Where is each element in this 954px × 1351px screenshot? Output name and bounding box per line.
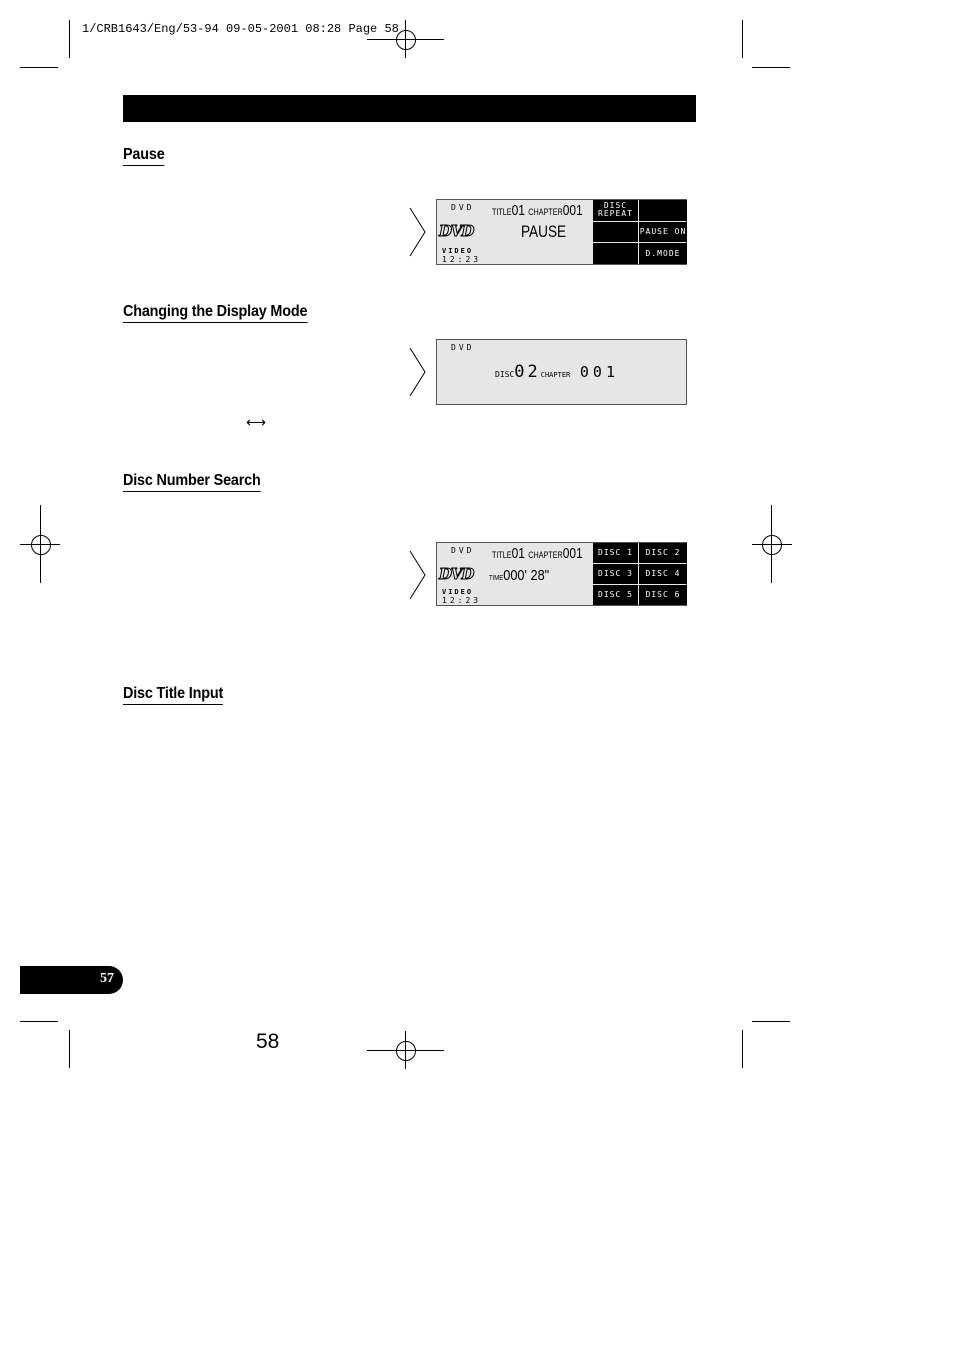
chapter-number: 001 <box>562 545 583 562</box>
crop-mark <box>69 20 70 58</box>
crop-mark <box>20 67 58 68</box>
crop-mark <box>752 67 790 68</box>
heading-disc-number-search: Disc Number Search <box>123 472 261 492</box>
lcd-display-mode: DVD DISC02CHAPTER 001 <box>436 339 687 405</box>
dvd-label: DVD <box>451 343 475 352</box>
lcd-display-disc-search: DVD DVD VIDEO 12:23 TITLE01 CHAPTER001 T… <box>436 542 687 606</box>
print-header: 1/CRB1643/Eng/53-94 09-05-2001 08:28 Pag… <box>82 22 399 36</box>
disc-5-button[interactable]: DISC 5 <box>593 585 638 605</box>
title-label: TITLE <box>492 550 512 560</box>
title-chapter: TITLE01 CHAPTER001 <box>492 202 583 219</box>
chapter-label: CHAPTER <box>528 207 563 217</box>
crop-mark <box>752 1021 790 1022</box>
page-tab: 57 <box>20 966 123 994</box>
section-header-bar <box>123 95 696 122</box>
title-chapter: TITLE01 CHAPTER001 <box>492 545 583 562</box>
arrow-icon <box>409 550 426 600</box>
video-label: VIDEO <box>442 247 474 255</box>
function-buttons: DISC REPEAT PAUSE ON D.MODE <box>593 200 687 264</box>
disc-6-button[interactable]: DISC 6 <box>639 585 687 605</box>
video-label: VIDEO <box>442 588 474 596</box>
dvd-video-logo: DVD <box>438 565 474 584</box>
blank-button[interactable] <box>593 221 638 243</box>
disc-1-button[interactable]: DISC 1 <box>593 543 638 563</box>
arrow-icon <box>409 207 426 257</box>
time-label: TIME <box>489 575 504 582</box>
page-tab-number: 57 <box>100 971 114 986</box>
pause-status: PAUSE <box>521 222 567 241</box>
pause-on-button[interactable]: PAUSE ON <box>639 221 687 243</box>
heading-pause: Pause <box>123 146 165 166</box>
dvd-video-logo: DVD <box>438 222 474 241</box>
registration-mark <box>396 30 416 50</box>
chapter-number: 001 <box>562 202 583 219</box>
time-value: 000' 28" <box>503 567 550 584</box>
blank-button[interactable] <box>639 200 687 221</box>
clock: 12:23 <box>442 255 482 264</box>
dvd-label: DVD <box>451 546 475 555</box>
disc-chapter: DISC02CHAPTER 001 <box>495 362 619 382</box>
disc-label: DISC <box>495 370 515 379</box>
crop-mark <box>20 1021 58 1022</box>
registration-mark <box>396 1041 416 1061</box>
heading-disc-title-input: Disc Title Input <box>123 685 223 705</box>
disc-buttons: DISC 1 DISC 2 DISC 3 DISC 4 DISC 5 DISC … <box>593 543 687 605</box>
play-time: TIME000' 28" <box>489 567 549 585</box>
heading-display-mode: Changing the Display Mode <box>123 303 307 323</box>
chapter-label: CHAPTER <box>528 550 563 560</box>
disc-2-button[interactable]: DISC 2 <box>639 543 687 563</box>
d-mode-button[interactable]: D.MODE <box>639 243 687 264</box>
clock: 12:23 <box>442 596 482 605</box>
double-arrow-icon: ⟷ <box>246 414 267 430</box>
chapter-number: 001 <box>579 363 619 381</box>
title-number: 01 <box>511 545 525 562</box>
disc-repeat-button[interactable]: DISC REPEAT <box>593 200 638 221</box>
page-number: 58 <box>256 1030 280 1053</box>
arrow-icon <box>409 347 426 397</box>
crop-mark <box>742 1030 743 1068</box>
disc-number: 02 <box>514 362 541 382</box>
chapter-label: CHAPTER <box>540 371 571 379</box>
crop-mark <box>742 20 743 58</box>
lcd-display-pause: DVD DVD VIDEO 12:23 TITLE01 CHAPTER001 P… <box>436 199 687 265</box>
dvd-label: DVD <box>451 203 475 212</box>
blank-button[interactable] <box>593 243 638 264</box>
title-number: 01 <box>511 202 525 219</box>
disc-4-button[interactable]: DISC 4 <box>639 564 687 584</box>
registration-mark <box>31 535 51 555</box>
disc-3-button[interactable]: DISC 3 <box>593 564 638 584</box>
title-label: TITLE <box>492 207 512 217</box>
registration-mark <box>762 535 782 555</box>
crop-mark <box>69 1030 70 1068</box>
